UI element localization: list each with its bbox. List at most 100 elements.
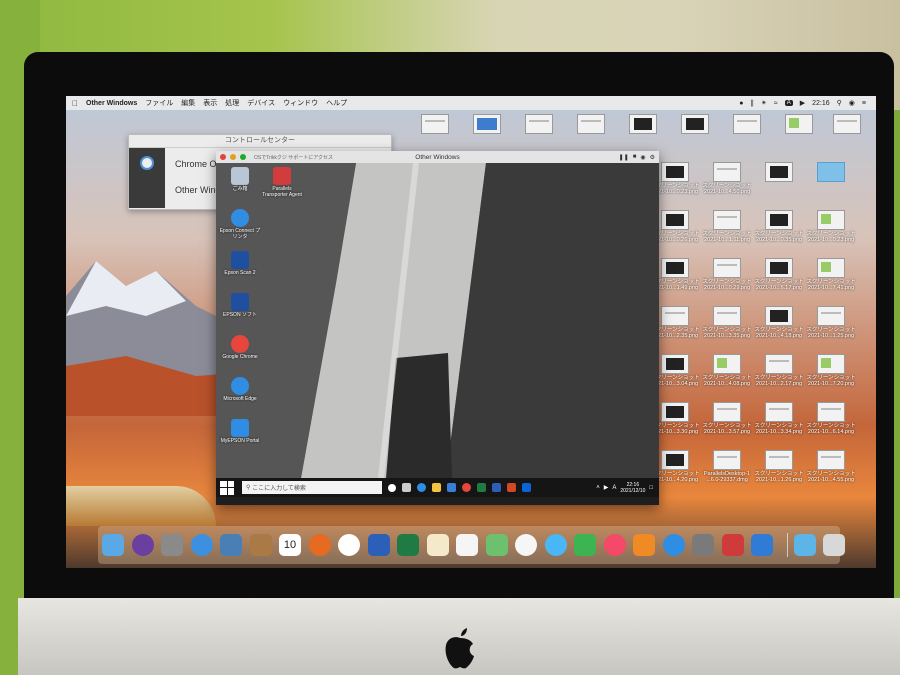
taskbar-search-box[interactable]: ⚲ ここに入力して検索 <box>242 481 382 494</box>
windows-desktop-shortcut[interactable]: Google Chrome <box>218 335 262 360</box>
desktop-file-icon[interactable] <box>818 110 876 158</box>
pause-icon[interactable]: ❚❚ <box>619 154 629 161</box>
chrome-icon[interactable] <box>338 534 360 556</box>
excel-icon[interactable] <box>397 534 419 556</box>
settings-icon[interactable]: ⚙ <box>650 154 655 161</box>
windows-apps-icon[interactable] <box>751 534 773 556</box>
bluetooth-icon[interactable]: ✴ <box>761 99 767 107</box>
desktop-file-icon[interactable]: スクリーンショット 2021-10...3.35.png <box>698 302 756 350</box>
desktop-file-icon[interactable]: ParallelsDesktop-1 ...6.0-29337.dmg <box>698 446 756 494</box>
chrome-os-thumbnail[interactable] <box>129 148 165 208</box>
volume-icon[interactable]: ▶ <box>800 99 805 107</box>
desktop-file-icon[interactable]: スクリーンショット 2021-10...0.29.png <box>698 254 756 302</box>
desktop-file-icon[interactable]: スクリーンショット 2021-10...7.20.png <box>802 350 860 398</box>
word-icon[interactable] <box>367 534 390 556</box>
reminders-icon[interactable] <box>456 534 478 556</box>
taskbar-word-icon[interactable] <box>492 483 501 492</box>
desktop-file-icon[interactable]: スクリーンショット 2021-10...1.26.png <box>750 446 808 494</box>
close-window-button[interactable] <box>220 154 226 160</box>
desktop-file-icon[interactable]: スクリーンショット 2021-10...6.14.png <box>802 398 860 446</box>
spotlight-icon[interactable]: ⚲ <box>837 99 842 107</box>
downloads-folder-icon[interactable] <box>793 534 816 556</box>
desktop-file-icon[interactable]: スクリーンショット 2021-10...3.57.png <box>698 398 756 446</box>
notification-center-icon[interactable]: ≡ <box>862 100 866 107</box>
notes-brown-icon[interactable] <box>249 534 272 556</box>
facetime-icon[interactable] <box>574 534 596 556</box>
minimize-window-button[interactable] <box>230 154 236 160</box>
taskbar-outlook-icon[interactable] <box>522 483 531 492</box>
safari-icon[interactable] <box>190 534 213 556</box>
windows-desktop-shortcut[interactable]: EPSON ソフト <box>218 293 262 318</box>
desktop-file-icon[interactable]: スクリーンショット 2021-10...1.11.png <box>698 206 756 254</box>
maps-icon[interactable] <box>485 534 508 556</box>
menu-app-name[interactable]: Other Windows <box>86 100 137 107</box>
tray-volume-icon[interactable]: ▶ <box>604 484 609 491</box>
menu-edit[interactable]: 編集 <box>181 98 195 108</box>
windows-desktop-shortcut[interactable]: Epson Scan 2 <box>218 251 262 276</box>
parallels-icon[interactable] <box>721 534 744 556</box>
system-preferences-icon[interactable] <box>692 534 714 556</box>
desktop-file-icon[interactable]: スクリーンショット 2021-10...4.08.png <box>698 350 756 398</box>
launchpad-icon[interactable] <box>161 534 183 556</box>
camera-icon[interactable]: ◉ <box>640 154 645 161</box>
windows-desktop-shortcut[interactable]: ごみ箱 <box>218 167 262 192</box>
wifi-icon[interactable]: ≈ <box>774 100 778 107</box>
desktop-file-icon[interactable] <box>750 158 808 206</box>
preview-icon[interactable] <box>220 534 242 556</box>
windows-desktop-shortcut[interactable]: Epson Connect プリンタ <box>218 209 262 240</box>
menu-window[interactable]: ウィンドウ <box>283 98 318 108</box>
messages-icon[interactable] <box>544 534 567 556</box>
menu-file[interactable]: ファイル <box>145 98 173 108</box>
stickies-icon[interactable] <box>426 534 449 556</box>
task-view-icon[interactable] <box>402 483 411 492</box>
menu-devices[interactable]: デバイス <box>247 98 275 108</box>
desktop-file-icon[interactable]: スクリーンショット 2021-10...3.34.png <box>750 398 808 446</box>
zoom-window-button[interactable] <box>240 154 246 160</box>
siri-menu-icon[interactable]: ◉ <box>849 99 855 107</box>
taskbar-clock[interactable]: 22:16 2021/12/10 <box>620 482 645 494</box>
parallels-menu-icon[interactable]: ∥ <box>751 99 755 107</box>
menu-view[interactable]: 表示 <box>203 98 217 108</box>
taskbar-store-icon[interactable] <box>447 483 456 492</box>
desktop-file-icon[interactable] <box>802 158 860 206</box>
desktop-file-icon[interactable]: スクリーンショット 2021-10...7.41.png <box>802 254 860 302</box>
siri-icon[interactable] <box>131 534 154 556</box>
desktop-file-icon[interactable]: スクリーンショット 2021-10...4.55.png <box>802 446 860 494</box>
windows-desktop-shortcut[interactable]: Microsoft Edge <box>218 377 262 402</box>
finder-icon[interactable] <box>102 534 124 556</box>
books-icon[interactable] <box>633 534 655 556</box>
menu-clock[interactable]: 22:16 <box>812 100 830 107</box>
taskbar-powerpoint-icon[interactable] <box>507 483 516 492</box>
firefox-icon[interactable] <box>308 534 331 556</box>
taskbar-edge-icon[interactable] <box>417 483 426 492</box>
taskbar-excel-icon[interactable] <box>477 483 486 492</box>
apple-menu-icon[interactable]:  <box>72 99 82 108</box>
app-store-icon[interactable] <box>662 534 685 556</box>
desktop-file-icon[interactable]: スクリーンショット 2021-10...0.23.png <box>802 206 860 254</box>
menu-process[interactable]: 処理 <box>225 98 239 108</box>
desktop-file-icon[interactable]: スクリーンショット 2021-10...0.35.png <box>750 206 808 254</box>
desktop-file-icon[interactable]: スクリーンショット 2021-10...4.18.png <box>750 302 808 350</box>
cortana-icon[interactable] <box>388 483 396 492</box>
tray-lang[interactable]: A <box>612 485 616 491</box>
windows-desktop-shortcut[interactable]: MyEPSON Portal <box>218 419 262 444</box>
windows-start-icon[interactable] <box>220 480 234 495</box>
windows-desktop-shortcut[interactable]: Parallels Transporter Agent <box>260 167 304 198</box>
input-source-badge[interactable]: A <box>784 100 793 106</box>
photos-icon[interactable] <box>515 534 537 556</box>
menu-help[interactable]: ヘルプ <box>326 98 347 108</box>
desktop-file-icon[interactable]: スクリーンショット 2021-10...6.17.png <box>750 254 808 302</box>
taskbar-chrome-icon[interactable] <box>462 483 471 492</box>
music-icon[interactable] <box>603 534 626 556</box>
desktop-file-icon[interactable]: スクリーンショット 2021-10...4.50.png <box>698 158 756 206</box>
lock-icon[interactable]: ■ <box>633 154 637 161</box>
calendar-icon[interactable]: 10 <box>279 534 301 556</box>
desktop-file-icon[interactable]: スクリーンショット 2021-10...1.25.png <box>802 302 860 350</box>
trash-icon[interactable] <box>823 534 845 556</box>
desktop-file-icon[interactable] <box>718 110 776 158</box>
tray-chevron-icon[interactable]: ˄ <box>596 485 600 491</box>
desktop-file-icon[interactable]: スクリーンショット 2021-10...2.17.png <box>750 350 808 398</box>
taskbar-explorer-icon[interactable] <box>432 483 441 492</box>
desktop-file-icon[interactable] <box>666 110 724 158</box>
action-center-icon[interactable]: □ <box>649 485 653 491</box>
